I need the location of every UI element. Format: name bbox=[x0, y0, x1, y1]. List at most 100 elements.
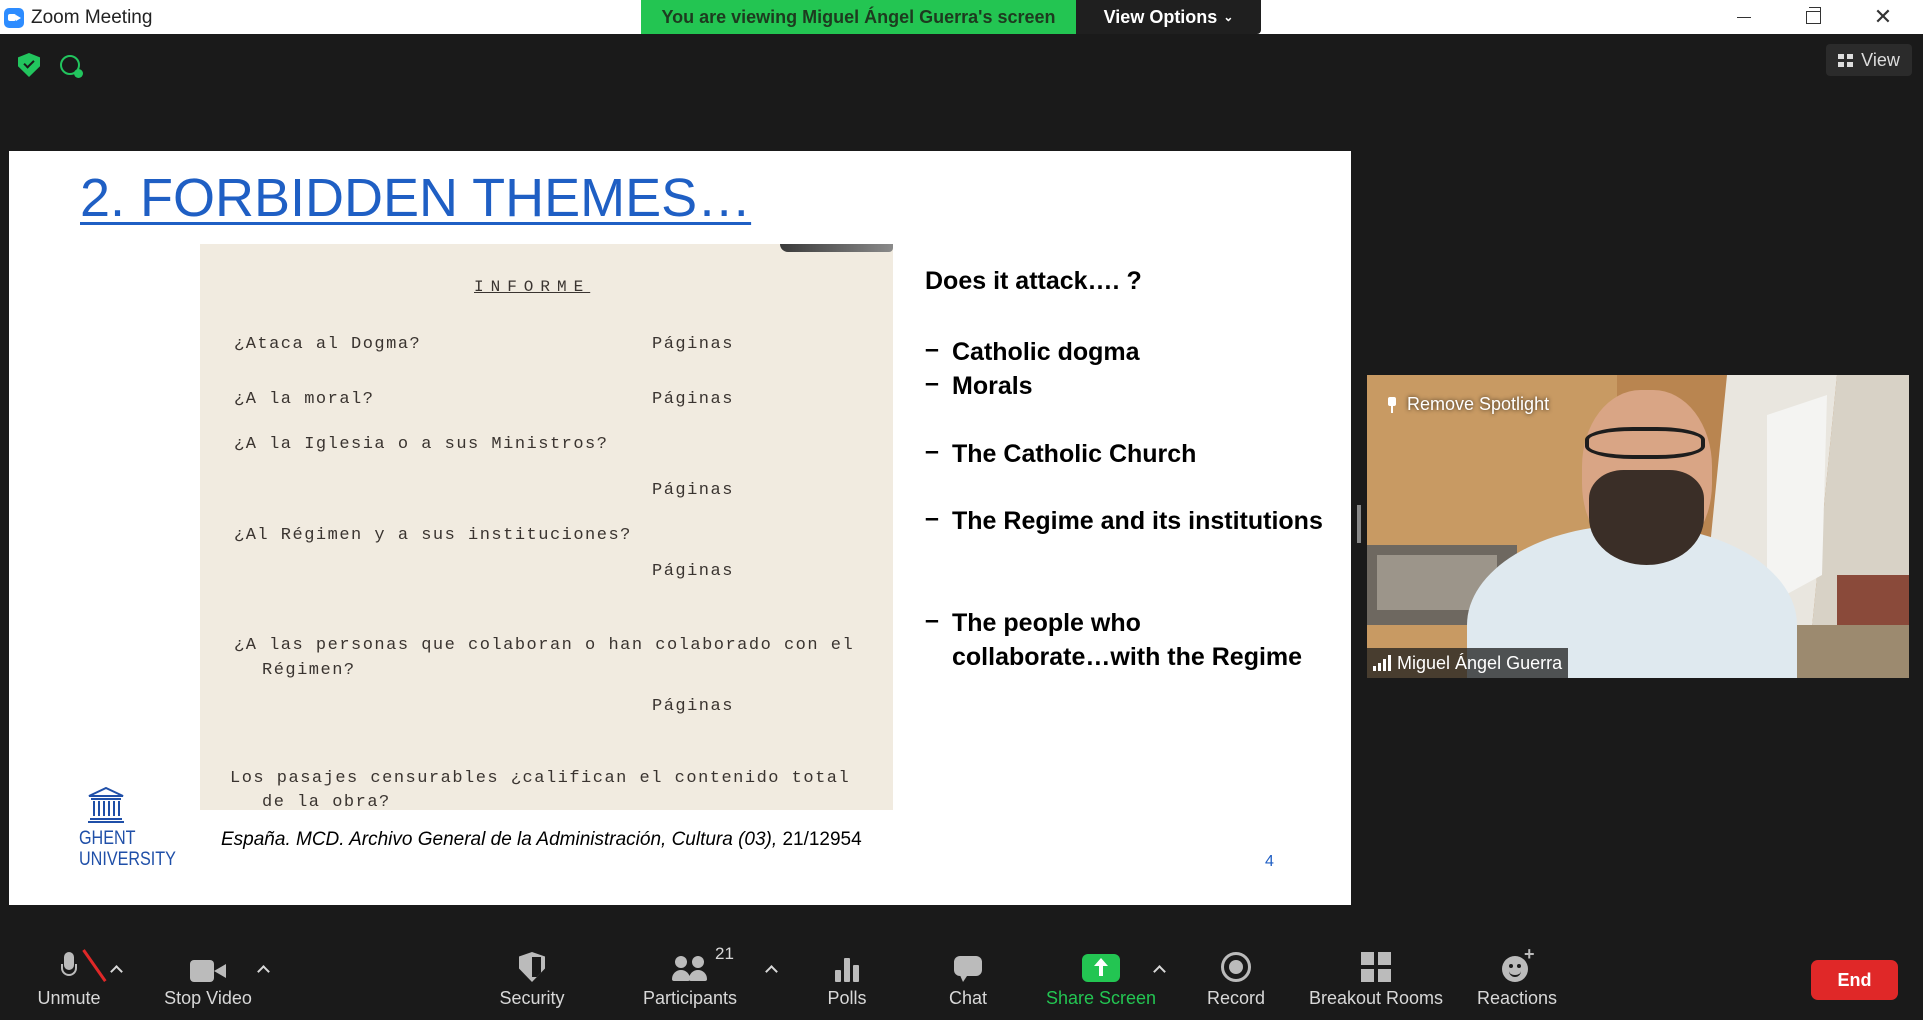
bullet-dash: – bbox=[925, 335, 939, 363]
remove-spotlight-label: Remove Spotlight bbox=[1407, 394, 1550, 414]
stop-video-label: Stop Video bbox=[164, 988, 252, 1008]
polls-icon bbox=[835, 956, 859, 982]
view-options-button[interactable]: View Options ⌄ bbox=[1076, 0, 1261, 34]
document-line: ¿A la Iglesia o a sus Ministros? bbox=[234, 435, 609, 454]
security-icon bbox=[519, 952, 545, 982]
bullet-text: Morals bbox=[952, 372, 1033, 400]
slide-page-number: 4 bbox=[1265, 853, 1274, 870]
bullet-text: The Regime and its institutions bbox=[952, 507, 1323, 535]
grid-view-icon bbox=[1838, 53, 1854, 67]
chat-label: Chat bbox=[948, 988, 988, 1008]
restore-button[interactable] bbox=[1778, 0, 1848, 34]
record-icon bbox=[1221, 952, 1251, 982]
participants-options-caret[interactable] bbox=[766, 964, 776, 974]
document-line: ¿Ataca al Dogma? bbox=[234, 335, 422, 354]
security-button[interactable]: Security bbox=[497, 930, 567, 1020]
bullet-item: – The people who collaborate…with the Re… bbox=[925, 606, 1305, 674]
close-button[interactable]: ✕ bbox=[1848, 0, 1918, 34]
document-line: Páginas bbox=[652, 481, 734, 500]
share-screen-button[interactable]: Share Screen bbox=[1045, 930, 1157, 1020]
attack-question-heading: Does it attack…. ? bbox=[925, 267, 1142, 295]
reactions-label: Reactions bbox=[1476, 988, 1558, 1008]
restore-icon bbox=[1805, 6, 1821, 24]
share-screen-icon bbox=[1082, 954, 1120, 982]
participants-label: Participants bbox=[642, 988, 738, 1008]
reactions-button[interactable]: Reactions bbox=[1474, 930, 1560, 1020]
zoom-app-icon bbox=[4, 8, 24, 28]
audio-options-caret[interactable] bbox=[111, 964, 121, 974]
security-shield-icon[interactable] bbox=[18, 53, 40, 77]
panel-resize-handle[interactable] bbox=[1357, 505, 1361, 543]
encryption-status-icon[interactable] bbox=[60, 55, 83, 78]
chat-icon bbox=[954, 956, 982, 982]
participant-beard bbox=[1589, 470, 1704, 565]
view-button-label: View bbox=[1861, 49, 1900, 70]
bullet-item: – Morals bbox=[925, 369, 1033, 403]
meeting-toolbar: Unmute Stop Video Security Participants … bbox=[0, 930, 1923, 1020]
document-line: ¿Al Régimen y a sus instituciones? bbox=[234, 526, 632, 545]
bullet-item: – Catholic dogma bbox=[925, 335, 1140, 369]
breakout-rooms-label: Breakout Rooms bbox=[1308, 988, 1444, 1008]
video-options-caret[interactable] bbox=[258, 964, 268, 974]
logo-line-1: GHENT bbox=[79, 828, 136, 849]
document-line: Los pasajes censurables ¿califican el co… bbox=[230, 769, 851, 788]
bullet-dash: – bbox=[925, 437, 939, 465]
university-building-icon bbox=[88, 786, 124, 823]
bullet-text: Catholic dogma bbox=[952, 338, 1140, 366]
end-meeting-button[interactable]: End bbox=[1811, 960, 1898, 1000]
polls-button[interactable]: Polls bbox=[822, 930, 872, 1020]
participant-name-tag: Miguel Ángel Guerra bbox=[1367, 648, 1569, 678]
share-screen-label: Share Screen bbox=[1045, 988, 1157, 1008]
connection-signal-icon bbox=[1373, 655, 1391, 671]
breakout-rooms-button[interactable]: Breakout Rooms bbox=[1306, 930, 1446, 1020]
bullet-dash: – bbox=[925, 606, 939, 634]
share-options-caret[interactable] bbox=[1154, 964, 1164, 974]
document-line: de la obra? bbox=[262, 793, 391, 810]
muted-microphone-icon bbox=[60, 952, 78, 982]
citation-italic: España. MCD. Archivo General de la Admin… bbox=[221, 829, 783, 850]
document-line: Páginas bbox=[652, 697, 734, 716]
unmute-button[interactable]: Unmute bbox=[28, 930, 110, 1020]
bullet-text: The Catholic Church bbox=[952, 440, 1197, 468]
bullet-dash: – bbox=[925, 504, 939, 532]
chevron-down-icon: ⌄ bbox=[1223, 10, 1234, 24]
stop-video-button[interactable]: Stop Video bbox=[160, 930, 256, 1020]
participants-icon bbox=[672, 956, 708, 982]
title-bar: Zoom Meeting You are viewing Miguel Ánge… bbox=[0, 0, 1923, 34]
breakout-rooms-icon bbox=[1361, 952, 1391, 982]
minimize-button[interactable] bbox=[1709, 0, 1779, 34]
censorship-document-image: INFORME ¿Ataca al Dogma? Páginas ¿A la m… bbox=[200, 244, 893, 810]
window-title: Zoom Meeting bbox=[31, 7, 153, 28]
logo-line-2: UNIVERSITY bbox=[79, 849, 176, 870]
remove-spotlight-button[interactable]: Remove Spotlight bbox=[1387, 394, 1549, 415]
record-button[interactable]: Record bbox=[1205, 930, 1267, 1020]
polls-label: Polls bbox=[827, 988, 867, 1008]
document-line: Páginas bbox=[652, 562, 734, 581]
record-label: Record bbox=[1206, 988, 1266, 1008]
participants-count: 21 bbox=[715, 944, 734, 963]
participant-video-tile[interactable]: Remove Spotlight Miguel Ángel Guerra bbox=[1367, 375, 1909, 678]
bullet-text: The people who collaborate…with the Regi… bbox=[952, 609, 1303, 671]
document-line: Páginas bbox=[652, 335, 734, 354]
security-label: Security bbox=[499, 988, 565, 1008]
slide-title: 2. FORBIDDEN THEMES… bbox=[80, 168, 752, 228]
video-camera-icon bbox=[190, 960, 226, 982]
participant-glasses bbox=[1585, 427, 1705, 459]
close-icon: ✕ bbox=[1873, 4, 1893, 29]
reactions-icon bbox=[1502, 944, 1535, 982]
bullet-item: – The Catholic Church bbox=[925, 437, 1196, 471]
participant-name: Miguel Ángel Guerra bbox=[1397, 652, 1563, 673]
document-line: Páginas bbox=[652, 390, 734, 409]
view-button[interactable]: View bbox=[1826, 44, 1912, 76]
document-line: Régimen? bbox=[262, 661, 356, 680]
bullet-dash: – bbox=[925, 369, 939, 397]
document-line: ¿A las personas que colaboran o han cola… bbox=[234, 636, 855, 655]
citation-number: 21/12954 bbox=[782, 829, 862, 850]
ghent-university-logo: GHENT UNIVERSITY bbox=[79, 786, 179, 870]
source-citation: España. MCD. Archivo General de la Admin… bbox=[221, 829, 862, 851]
document-heading: INFORME bbox=[474, 278, 591, 296]
chat-button[interactable]: Chat bbox=[943, 930, 993, 1020]
unmute-label: Unmute bbox=[37, 988, 101, 1008]
screen-share-banner: You are viewing Miguel Ángel Guerra's sc… bbox=[641, 0, 1076, 34]
document-line: ¿A la moral? bbox=[234, 390, 375, 409]
